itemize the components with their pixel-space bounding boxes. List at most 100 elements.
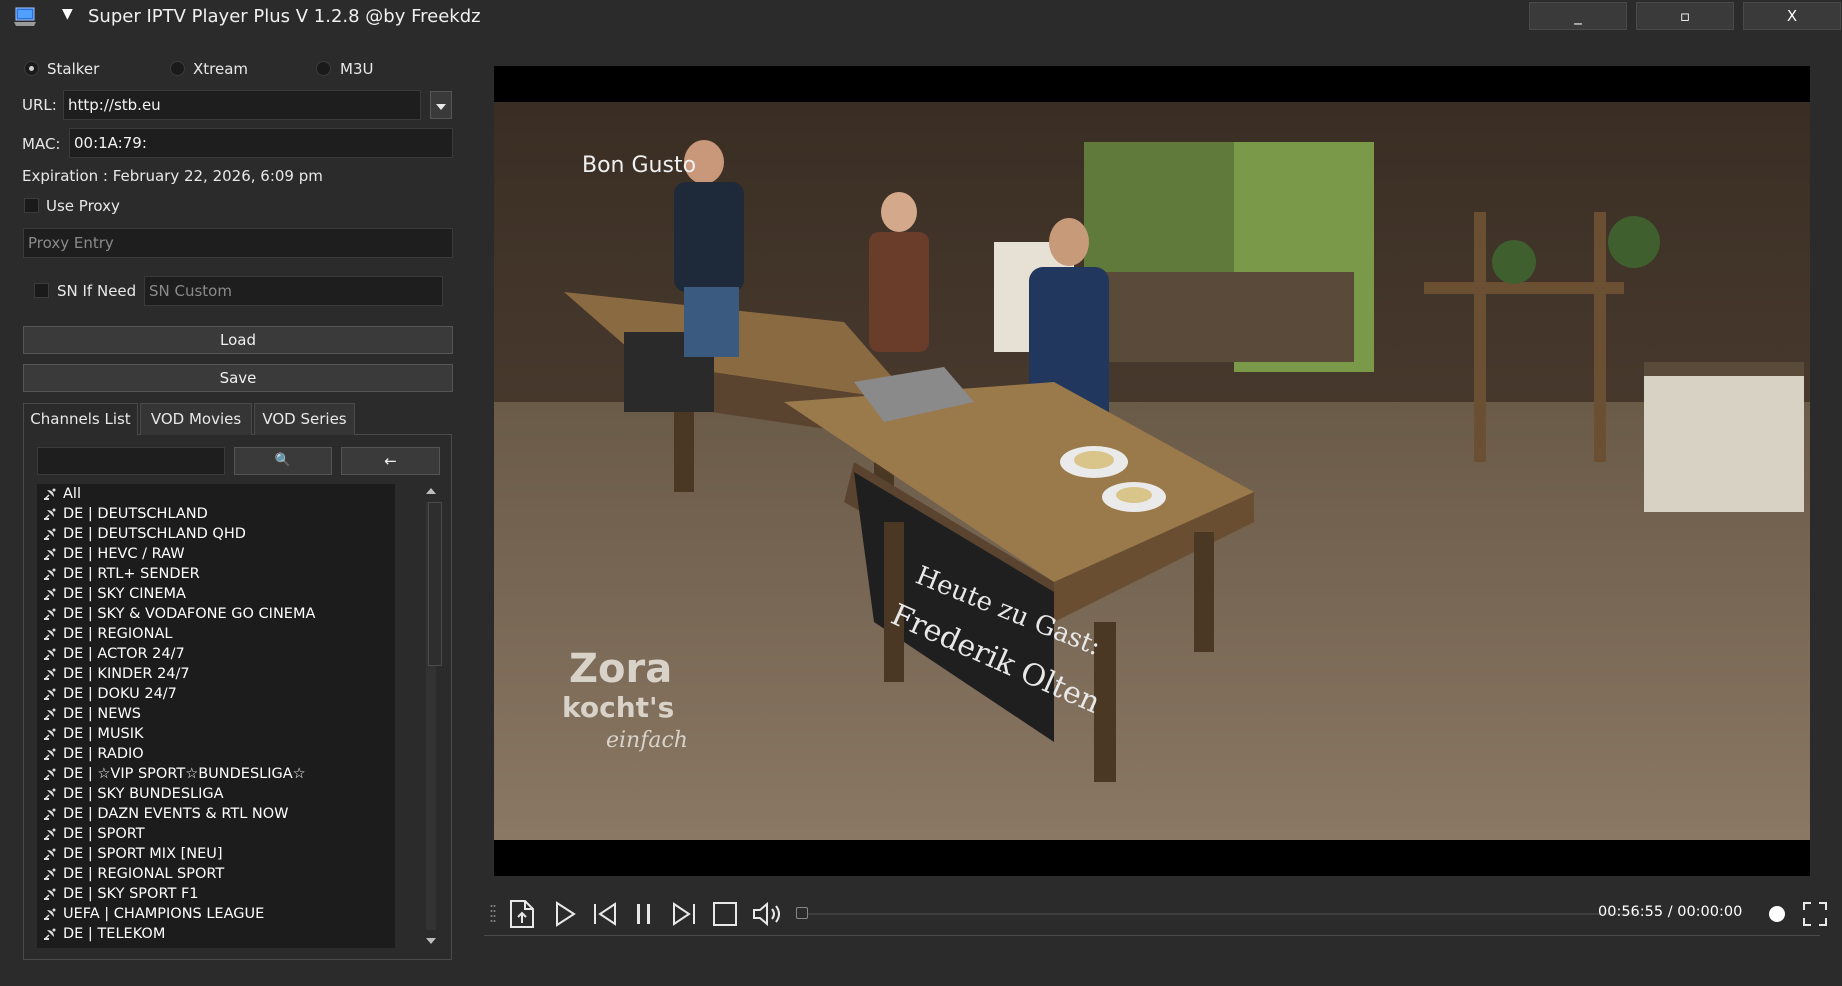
channel-list-item-label: DE | DEUTSCHLAND (63, 506, 208, 522)
tab-vod-movies[interactable]: VOD Movies (140, 403, 252, 435)
satellite-icon (44, 848, 56, 860)
satellite-icon (44, 648, 56, 660)
overlay-show-line-1: Zora (569, 646, 672, 692)
radio-xtream-label: Xtream (193, 60, 249, 78)
channel-list-item-label: DE | SPORT (63, 826, 145, 842)
scroll-track[interactable] (426, 502, 442, 930)
satellite-icon (44, 748, 56, 760)
load-button[interactable]: Load (23, 326, 453, 354)
channel-list-item[interactable]: DE | ACTOR 24/7 (37, 644, 395, 664)
satellite-icon (44, 728, 56, 740)
channel-list-item[interactable]: DE | HEVC / RAW (37, 544, 395, 564)
satellite-icon (44, 928, 56, 940)
satellite-icon (44, 688, 56, 700)
channel-list-item-label: DE | RADIO (63, 746, 144, 762)
channel-list-item[interactable]: DE | REGIONAL (37, 624, 395, 644)
satellite-icon (44, 888, 56, 900)
channel-list-item-label: DE | SKY BUNDESLIGA (63, 786, 224, 802)
volume-icon[interactable] (752, 900, 786, 928)
channel-list-item[interactable]: DE | SKY SPORT F1 (37, 884, 395, 904)
minimize-button[interactable]: _ (1529, 2, 1627, 30)
back-arrow-icon: ← (384, 452, 397, 470)
skip-forward-icon[interactable] (671, 901, 697, 927)
mac-field[interactable]: 00:1A:79: (69, 128, 453, 158)
channel-list-item[interactable]: DE | SKY BUNDESLIGA (37, 784, 395, 804)
maximize-button[interactable]: ▫ (1636, 2, 1734, 30)
radio-xtream[interactable] (170, 61, 185, 76)
channel-list-item[interactable]: DE | REGIONAL SPORT (37, 864, 395, 884)
video-player[interactable]: Bon Gusto Heute zu Gast: Frederik Olten … (494, 66, 1810, 876)
use-proxy-checkbox[interactable] (24, 198, 39, 213)
skip-back-icon[interactable] (592, 901, 618, 927)
stop-icon[interactable] (712, 901, 738, 927)
channel-list-item[interactable]: DE | RADIO (37, 744, 395, 764)
channel-list-item[interactable]: DE | SKY & VODAFONE GO CINEMA (37, 604, 395, 624)
player-controls: 00:56:55 / 00:00:00 (484, 892, 1827, 936)
channel-list-item-label: DE | KINDER 24/7 (63, 666, 190, 682)
url-label: URL: (22, 96, 57, 114)
play-icon[interactable] (553, 901, 577, 927)
channel-list-item[interactable]: DE | NEWS (37, 704, 395, 724)
menu-arrow-icon[interactable]: ▼ (62, 6, 73, 22)
tab-vod-series[interactable]: VOD Series (254, 403, 355, 435)
channel-list-item[interactable]: DE | ☆VIP SPORT☆BUNDESLIGA☆ (37, 764, 395, 784)
drag-handle-icon[interactable] (490, 904, 496, 924)
window-title: Super IPTV Player Plus V 1.2.8 @by Freek… (88, 6, 481, 27)
channel-list-item[interactable]: DE | MUSIK (37, 724, 395, 744)
channel-list-item[interactable]: DE | KINDER 24/7 (37, 664, 395, 684)
pause-icon[interactable] (634, 901, 654, 927)
channel-list-item[interactable]: DE | TELEKOM (37, 924, 395, 944)
channel-list[interactable]: All DE | DEUTSCHLAND DE | DEUTSCHLAND QHD D… (37, 484, 395, 948)
open-file-icon[interactable] (508, 899, 536, 929)
channel-list-item[interactable]: DE | DEUTSCHLAND QHD (37, 524, 395, 544)
channel-list-item-label: All (63, 486, 81, 502)
scroll-down-icon[interactable] (426, 938, 436, 944)
fullscreen-icon[interactable] (1802, 901, 1828, 927)
channel-list-item[interactable]: All (37, 484, 395, 504)
channel-search-input[interactable] (37, 447, 225, 475)
channel-list-item-label: DE | SKY SPORT F1 (63, 886, 199, 902)
title-bar: ▼ Super IPTV Player Plus V 1.2.8 @by Fre… (0, 0, 1842, 34)
channel-list-item-label: UEFA | CHAMPIONS LEAGUE (63, 906, 265, 922)
url-dropdown-button[interactable] (430, 91, 452, 119)
sn-custom-field[interactable]: SN Custom (144, 276, 443, 306)
radio-stalker[interactable] (24, 61, 39, 76)
channel-list-item[interactable]: UEFA | CHAMPIONS LEAGUE (37, 904, 395, 924)
scroll-up-icon[interactable] (426, 488, 436, 494)
channel-list-item[interactable]: DE | SPORT (37, 824, 395, 844)
controls-divider (484, 935, 1820, 936)
channel-list-item[interactable]: DE | SPORT MIX [NEU] (37, 844, 395, 864)
video-frame-image: Bon Gusto Heute zu Gast: Frederik Olten … (494, 102, 1810, 840)
channel-list-item-label: DE | MUSIK (63, 726, 144, 742)
channel-list-item-label: DE | SKY CINEMA (63, 586, 186, 602)
channel-list-scrollbar[interactable] (422, 484, 442, 948)
scroll-thumb[interactable] (428, 502, 442, 666)
seek-bar[interactable] (802, 913, 1640, 915)
channel-list-item-label: DE | DOKU 24/7 (63, 686, 177, 702)
satellite-icon (44, 548, 56, 560)
seek-handle[interactable] (796, 907, 808, 919)
url-field[interactable]: http://stb.eu (63, 90, 421, 120)
satellite-icon (44, 868, 56, 880)
satellite-icon (44, 528, 56, 540)
channel-list-item[interactable]: DE | SKY CINEMA (37, 584, 395, 604)
overlay-show-line-2: kocht's (562, 691, 674, 724)
channel-list-item[interactable]: DE | DAZN EVENTS & RTL NOW (37, 804, 395, 824)
channel-list-item-label: DE | ☆VIP SPORT☆BUNDESLIGA☆ (63, 766, 306, 782)
search-button[interactable]: 🔍 (234, 447, 332, 475)
back-button[interactable]: ← (341, 447, 440, 475)
expiration-text: Expiration : February 22, 2026, 6:09 pm (22, 167, 323, 185)
tab-channels-list[interactable]: Channels List (23, 403, 138, 435)
proxy-entry-field[interactable]: Proxy Entry (23, 228, 453, 258)
overlay-show-line-3: einfach (606, 728, 688, 753)
overlay-bon-text: Bon Gusto (582, 153, 696, 178)
channel-list-item[interactable]: DE | DEUTSCHLAND (37, 504, 395, 524)
close-button[interactable]: X (1743, 2, 1841, 30)
volume-dot-icon[interactable] (1768, 905, 1786, 923)
satellite-icon (44, 588, 56, 600)
channel-list-item[interactable]: DE | DOKU 24/7 (37, 684, 395, 704)
save-button[interactable]: Save (23, 364, 453, 392)
radio-m3u[interactable] (316, 61, 331, 76)
channel-list-item[interactable]: DE | RTL+ SENDER (37, 564, 395, 584)
sn-checkbox[interactable] (34, 283, 49, 298)
